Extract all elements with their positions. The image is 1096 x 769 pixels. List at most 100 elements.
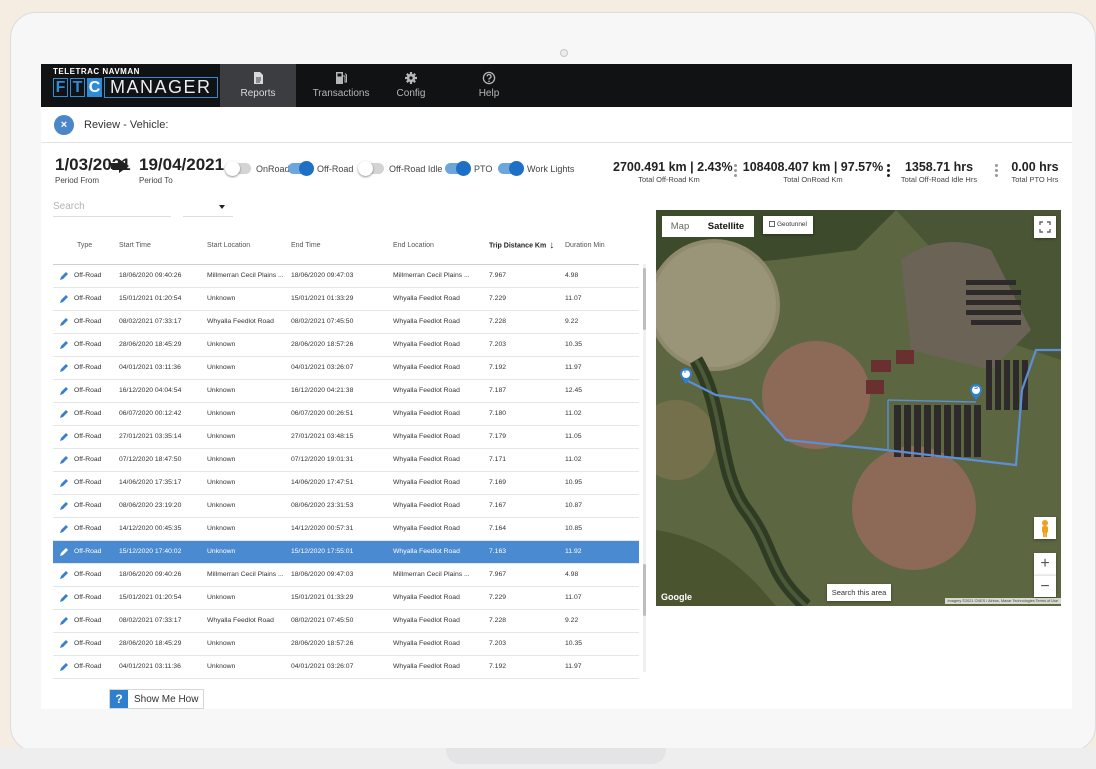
edit-pencil-icon[interactable] (59, 432, 69, 442)
top-navbar: TELETRAC NAVMAN F T C MANAGER Reports Tr… (41, 64, 1072, 107)
table-row[interactable]: Off-Road 14/12/2020 00:45:35 Unknown 14/12/… (53, 517, 639, 541)
cell-end-time: 06/07/2020 00:26:51 (291, 402, 393, 426)
table-row[interactable]: Off-Road 14/06/2020 17:35:17 Unknown 14/06/… (53, 471, 639, 495)
table-row[interactable]: Off-Road 08/02/2021 07:33:17 Whyalla Feedl… (53, 609, 639, 633)
fullscreen-button[interactable] (1034, 216, 1056, 238)
zoom-in-button[interactable]: + (1034, 553, 1056, 575)
col-header-duration[interactable]: Duration Min (565, 228, 639, 265)
cell-type: Off-Road (53, 563, 119, 587)
toggle-work-lights[interactable]: Work Lights (498, 161, 575, 176)
geotunnel-toggle[interactable]: Geotunnel (763, 216, 813, 234)
cell-end-location: Whyalla Feedlot Road (393, 655, 489, 679)
table-row[interactable]: Off-Road 06/07/2020 00:12:42 Unknown 06/07/… (53, 402, 639, 426)
cell-start-time: 16/12/2020 04:04:54 (119, 379, 207, 403)
nav-transactions[interactable]: Transactions (303, 64, 379, 107)
cell-trip-distance: 7.228 (489, 609, 565, 633)
cell-type: Off-Road (53, 517, 119, 541)
edit-pencil-icon[interactable] (59, 271, 69, 281)
table-row[interactable]: Off-Road 18/06/2020 09:40:26 Millmerran Ce… (53, 563, 639, 587)
edit-pencil-icon[interactable] (59, 662, 69, 672)
nav-help[interactable]: Help (469, 64, 509, 107)
edit-pencil-icon[interactable] (59, 478, 69, 488)
caret-down-icon (219, 205, 225, 209)
edit-pencil-icon[interactable] (59, 340, 69, 350)
col-header-end-time[interactable]: End Time (291, 228, 393, 265)
nav-reports[interactable]: Reports (220, 64, 296, 107)
table-row[interactable]: Off-Road 07/12/2020 18:47:50 Unknown 07/12/… (53, 448, 639, 472)
table-row[interactable]: Off-Road 08/06/2020 23:19:20 Unknown 08/06/… (53, 494, 639, 518)
toggle-switch[interactable] (498, 161, 524, 176)
more-dots-icon (887, 164, 890, 179)
table-row[interactable]: Off-Road 18/06/2020 09:40:26 Millmerran Ce… (53, 264, 639, 288)
toggle-switch[interactable] (445, 161, 471, 176)
edit-pencil-icon[interactable] (59, 363, 69, 373)
map-view[interactable]: Map Satellite Geotunnel F S + − Search t… (656, 210, 1061, 606)
col-header-trip-distance[interactable]: Trip Distance Km ↓ (489, 228, 565, 265)
table-row[interactable]: Off-Road 04/01/2021 03:11:36 Unknown 04/01/… (53, 356, 639, 380)
cell-end-location: Millmerran Cecil Plains ... (393, 264, 489, 288)
table-row[interactable]: Off-Road 15/12/2020 17:40:02 Unknown 15/12/… (53, 540, 639, 564)
cell-start-time: 15/01/2021 01:20:54 (119, 287, 207, 311)
cell-trip-distance: 7.228 (489, 310, 565, 334)
period-to-value: 19/04/2021 (139, 155, 225, 174)
edit-pencil-icon[interactable] (59, 317, 69, 327)
cell-type: Off-Road (53, 655, 119, 679)
period-to[interactable]: 19/04/2021 Period To (139, 155, 224, 185)
nav-config-label: Config (396, 88, 426, 99)
search-input[interactable] (53, 197, 171, 217)
edit-pencil-icon[interactable] (59, 294, 69, 304)
start-marker[interactable]: F (680, 368, 692, 384)
table-row[interactable]: Off-Road 15/01/2021 01:20:54 Unknown 15/01/… (53, 586, 639, 610)
show-me-how-button[interactable]: ? Show Me How (109, 689, 205, 709)
end-marker[interactable]: S (970, 384, 982, 400)
toggle-switch[interactable] (288, 161, 314, 176)
edit-pencil-icon[interactable] (59, 455, 69, 465)
trips-table: Type Start Time Start Location End Time … (53, 228, 647, 679)
search-this-area-button[interactable]: Search this area (827, 584, 891, 601)
edit-pencil-icon[interactable] (59, 639, 69, 649)
street-view-button[interactable] (1034, 517, 1056, 539)
brand-letter-f: F (53, 78, 68, 97)
cell-end-location: Whyalla Feedlot Road (393, 402, 489, 426)
toggle-switch[interactable] (358, 161, 384, 176)
cell-start-time: 28/06/2020 18:45:29 (119, 632, 207, 656)
toggle-label: Work Lights (527, 163, 575, 174)
col-header-type[interactable]: Type (53, 228, 119, 265)
table-row[interactable]: Off-Road 28/06/2020 18:45:29 Unknown 28/06/… (53, 333, 639, 357)
close-review-button[interactable]: × (54, 115, 74, 135)
table-row[interactable]: Off-Road 08/02/2021 07:33:17 Whyalla Feedl… (53, 310, 639, 334)
nav-config[interactable]: Config (386, 64, 436, 107)
table-row[interactable]: Off-Road 15/01/2021 01:20:54 Unknown 15/01/… (53, 287, 639, 311)
toggle-pto[interactable]: PTO (445, 161, 492, 176)
map-attribution[interactable]: Imagery ©2021 CNES / Airbus, Maxar Techn… (944, 598, 1061, 604)
scrollbar-thumb[interactable] (643, 268, 646, 330)
edit-pencil-icon[interactable] (59, 501, 69, 511)
table-row[interactable]: Off-Road 16/12/2020 04:04:54 Unknown 16/12/… (53, 379, 639, 403)
col-header-start-time[interactable]: Start Time (119, 228, 207, 265)
col-header-start-location[interactable]: Start Location (207, 228, 291, 265)
zoom-out-button[interactable]: − (1034, 575, 1056, 597)
cell-start-time: 08/02/2021 07:33:17 (119, 609, 207, 633)
toggle-offroad-idle[interactable]: Off-Road Idle (358, 161, 442, 176)
edit-pencil-icon[interactable] (59, 616, 69, 626)
edit-pencil-icon[interactable] (59, 547, 69, 557)
table-row[interactable]: Off-Road 28/06/2020 18:45:29 Unknown 28/06/… (53, 632, 639, 656)
edit-pencil-icon[interactable] (59, 409, 69, 419)
edit-pencil-icon[interactable] (59, 593, 69, 603)
edit-pencil-icon[interactable] (59, 570, 69, 580)
table-row[interactable]: Off-Road 27/01/2021 03:35:14 Unknown 27/01/… (53, 425, 639, 449)
cell-start-location: Whyalla Feedlot Road (207, 609, 291, 633)
edit-pencil-icon[interactable] (59, 524, 69, 534)
checkbox-icon[interactable] (769, 221, 775, 228)
toggle-switch[interactable] (225, 161, 251, 176)
brand-logo[interactable]: TELETRAC NAVMAN F T C MANAGER (53, 67, 218, 98)
table-row[interactable]: Off-Road 04/01/2021 03:11:36 Unknown 04/01/… (53, 655, 639, 679)
toggle-offroad[interactable]: Off-Road (288, 161, 353, 176)
col-header-end-location[interactable]: End Location (393, 228, 489, 265)
edit-pencil-icon[interactable] (59, 386, 69, 396)
toggle-onroad[interactable]: OnRoad (225, 161, 290, 176)
scrollbar-thumb[interactable] (643, 564, 646, 616)
filter-select[interactable] (183, 197, 233, 217)
map-tab-map[interactable]: Map (662, 216, 698, 237)
map-tab-satellite[interactable]: Satellite (698, 216, 754, 237)
